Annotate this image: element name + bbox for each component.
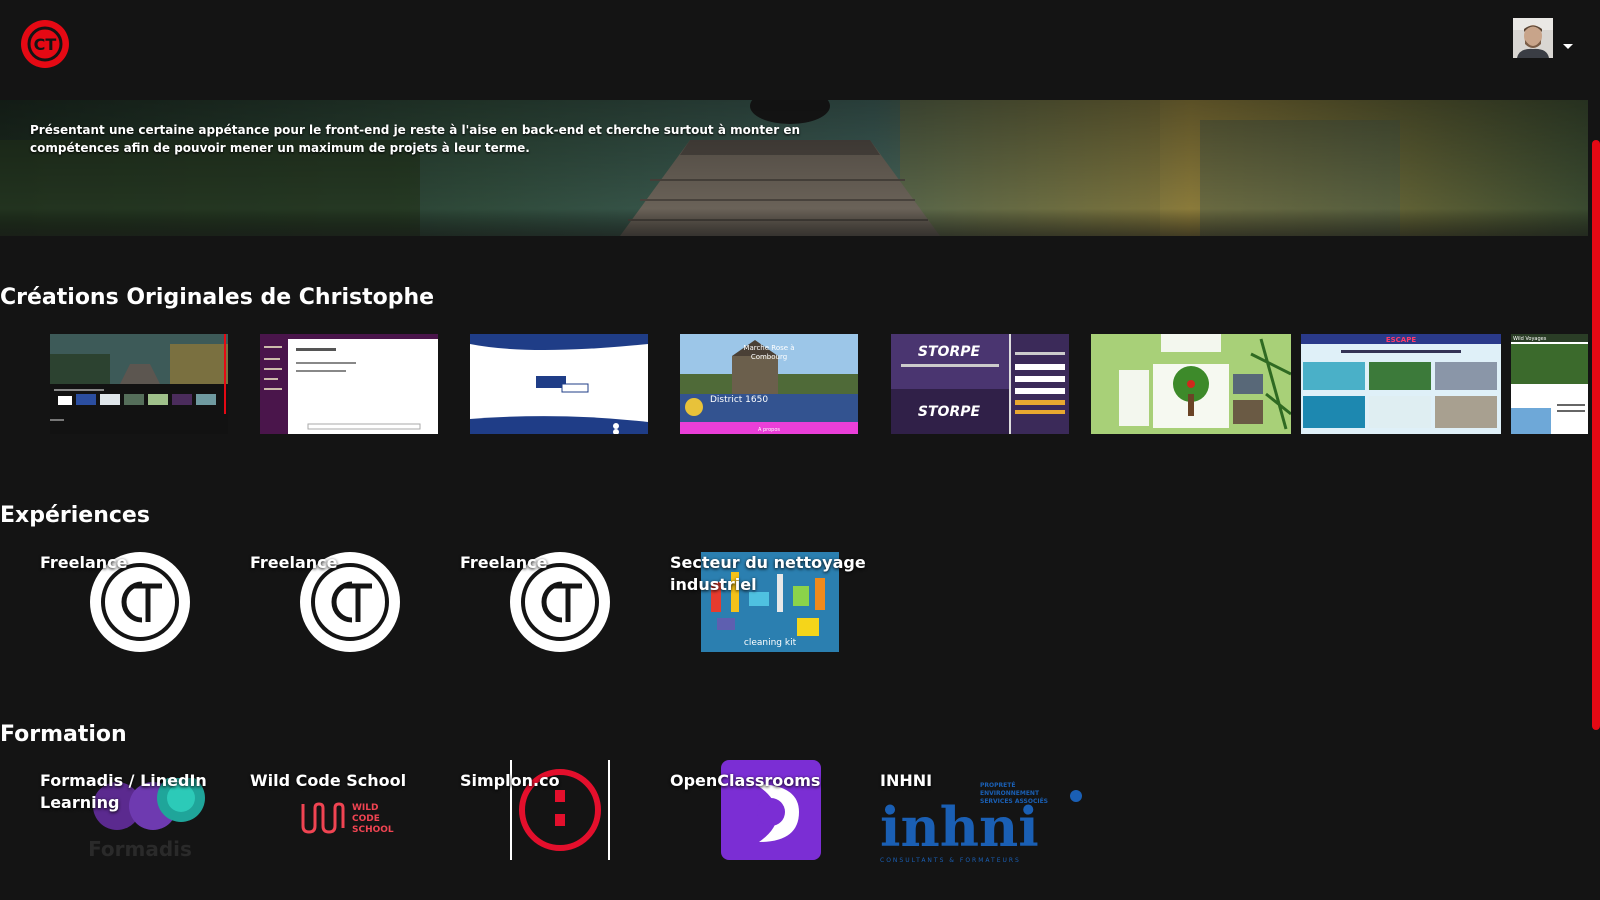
svg-text:CT: CT xyxy=(34,35,57,54)
project-thumbnail-marche-rose[interactable]: District 1650 Marche Rose à Combourg A p… xyxy=(680,334,858,434)
profile-menu-button[interactable] xyxy=(1513,18,1573,60)
project-thumbnail-storpe[interactable]: STORPE STORPE xyxy=(891,334,1069,434)
section-title-creations: Créations Originales de Christophe xyxy=(0,285,435,310)
formation-card[interactable]: Formadis / LinedIn Learning Formadis xyxy=(40,770,240,890)
svg-text:Marche Rose à: Marche Rose à xyxy=(743,344,794,352)
experience-label: Freelance xyxy=(250,553,338,572)
project-thumbnail-wild-voyages[interactable]: Wild Voyages xyxy=(1511,334,1588,434)
project-thumbnail-escape[interactable]: ESCAPE xyxy=(1301,334,1501,434)
svg-text:WILD: WILD xyxy=(352,803,378,813)
formation-card[interactable]: INHNI PROPRETÉ ENVIRONNEMENT SERVICES AS… xyxy=(880,770,1100,890)
chevron-down-icon xyxy=(1563,44,1573,49)
experience-card[interactable]: Freelance xyxy=(40,552,240,672)
svg-text:CONSULTANTS & FORMATEURS: CONSULTANTS & FORMATEURS xyxy=(880,857,1021,864)
svg-text:STORPE: STORPE xyxy=(918,344,981,360)
svg-text:ESCAPE: ESCAPE xyxy=(1386,336,1417,344)
project-thumbnail-dashboard[interactable] xyxy=(470,334,648,434)
wild-code-school-logo: WILD CODE SCHOOL xyxy=(301,802,394,835)
project-thumbnail-portfolio[interactable] xyxy=(50,334,228,434)
experience-label: Freelance xyxy=(460,553,548,572)
experience-card[interactable]: Secteur du nettoyage industriel cleaning… xyxy=(670,552,870,672)
svg-text:cleaning kit: cleaning kit xyxy=(744,638,797,648)
experience-card[interactable]: Freelance xyxy=(460,552,660,672)
svg-text:Combourg: Combourg xyxy=(751,353,787,361)
formation-card[interactable]: Simplon.co xyxy=(460,760,660,890)
formation-label: Formadis / LinedIn Learning xyxy=(40,771,207,812)
formation-card[interactable]: Wild Code School WILD CODE SCHOOL xyxy=(250,770,450,890)
hero-banner: Présentant une certaine appétance pour l… xyxy=(0,100,1588,236)
svg-text:Wild Voyages: Wild Voyages xyxy=(1513,336,1547,342)
experience-label: Secteur du nettoyage industriel xyxy=(670,553,866,594)
svg-text:CODE: CODE xyxy=(352,814,380,824)
formation-label: Wild Code School xyxy=(250,771,407,790)
svg-text:District 1650: District 1650 xyxy=(710,395,768,405)
section-title-formation: Formation xyxy=(0,722,127,747)
experience-card[interactable]: Freelance xyxy=(250,552,450,672)
formation-label: INHNI xyxy=(880,771,933,790)
svg-text:A propos: A propos xyxy=(758,427,780,433)
svg-text:STORPE: STORPE xyxy=(918,404,981,420)
formation-label: OpenClassrooms xyxy=(670,771,821,790)
svg-text:SCHOOL: SCHOOL xyxy=(352,825,394,835)
ct-logo-icon[interactable]: CT xyxy=(20,19,70,69)
hero-description: Présentant une certaine appétance pour l… xyxy=(30,123,801,155)
formation-card[interactable]: OpenClassrooms xyxy=(670,760,870,890)
avatar xyxy=(1513,18,1553,58)
project-thumbnail-tree-app[interactable] xyxy=(1091,334,1291,434)
formation-label: Simplon.co xyxy=(460,771,560,790)
svg-text:Formadis: Formadis xyxy=(88,837,192,861)
svg-text:inhni: inhni xyxy=(880,795,1039,859)
top-header: CT xyxy=(0,0,1600,98)
project-thumbnail-chat-app[interactable] xyxy=(260,334,438,434)
section-title-experiences: Expériences xyxy=(0,503,150,528)
scrollbar-thumb[interactable] xyxy=(1592,140,1600,730)
experience-label: Freelance xyxy=(40,553,128,572)
